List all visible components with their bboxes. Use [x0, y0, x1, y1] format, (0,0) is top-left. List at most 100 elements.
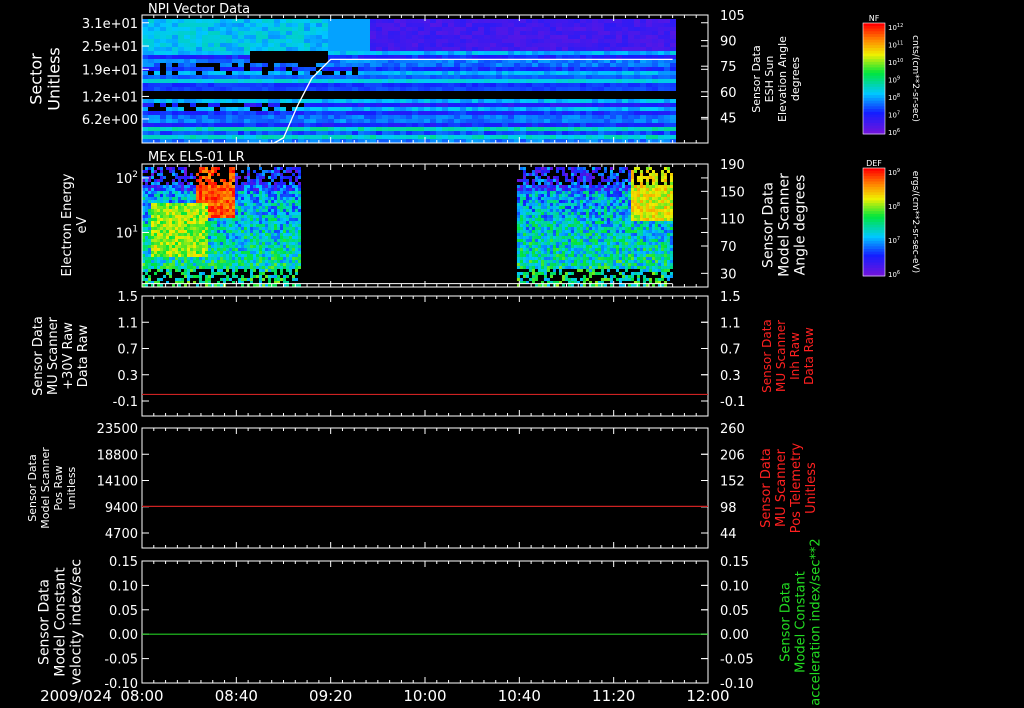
spectrogram-cell — [202, 176, 205, 179]
spectrogram-cell — [295, 194, 298, 197]
spectrogram-cell — [220, 79, 226, 83]
spectrogram-cell — [238, 197, 241, 200]
spectrogram-cell — [340, 103, 346, 107]
spectrogram-cell — [220, 135, 226, 139]
spectrogram-cell — [646, 19, 652, 23]
spectrogram-cell — [187, 266, 190, 269]
spectrogram-cell — [172, 188, 175, 191]
spectrogram-cell — [552, 185, 556, 188]
spectrogram-cell — [640, 131, 646, 135]
spectrogram-cell — [190, 39, 196, 43]
spectrogram-cell — [340, 83, 346, 87]
spectrogram-cell — [532, 51, 538, 55]
spectrogram-cell — [334, 67, 340, 71]
spectrogram-cell — [268, 212, 271, 215]
spectrogram-cell — [226, 59, 232, 63]
spectrogram-cell — [148, 23, 154, 27]
spectrogram-cell — [516, 191, 520, 194]
spectrogram-cell — [574, 51, 580, 55]
spectrogram-cell — [496, 119, 502, 123]
spectrogram-cell — [274, 35, 280, 39]
spectrogram-cell — [669, 194, 673, 197]
spectrogram-cell — [286, 206, 289, 209]
spectrogram-cell — [424, 79, 430, 83]
spectrogram-cell — [609, 179, 613, 182]
spectrogram-cell — [538, 107, 544, 111]
spectrogram-cell — [634, 99, 640, 103]
spectrogram-cell — [546, 197, 550, 200]
spectrogram-cell — [564, 191, 568, 194]
spectrogram-cell — [202, 123, 208, 127]
spectrogram-cell — [274, 182, 277, 185]
spectrogram-cell — [259, 251, 262, 254]
spectrogram-cell — [292, 218, 295, 221]
spectrogram-cell — [250, 43, 256, 47]
spectrogram-cell — [579, 167, 583, 170]
spectrogram-cell — [247, 278, 250, 281]
spectrogram-cell — [238, 257, 241, 260]
spectrogram-cell — [622, 31, 628, 35]
spectrogram-cell — [604, 67, 610, 71]
spectrogram-cell — [163, 233, 166, 236]
spectrogram-cell — [148, 31, 154, 35]
spectrogram-cell — [346, 139, 352, 143]
spectrogram-cell — [184, 275, 187, 278]
spectrogram-cell — [394, 131, 400, 135]
spectrogram-cell — [244, 239, 247, 242]
spectrogram-cell — [525, 209, 529, 212]
spectrogram-cell — [220, 197, 223, 200]
spectrogram-cell — [247, 221, 250, 224]
spectrogram-cell — [618, 170, 622, 173]
spectrogram-cell — [151, 257, 154, 260]
spectrogram-cell — [154, 260, 157, 263]
spectrogram-cell — [274, 257, 277, 260]
spectrogram-cell — [148, 260, 151, 263]
spectrogram-cell — [283, 194, 286, 197]
spectrogram-cell — [166, 167, 169, 170]
spectrogram-cell — [328, 27, 334, 31]
spectrogram-cell — [262, 83, 268, 87]
spectrogram-cell — [534, 170, 538, 173]
spectrogram-cell — [508, 131, 514, 135]
spectrogram-cell — [292, 135, 298, 139]
spectrogram-cell — [606, 188, 610, 191]
spectrogram-cell — [199, 203, 202, 206]
spectrogram-cell — [663, 206, 667, 209]
spectrogram-cell — [585, 200, 589, 203]
spectrogram-cell — [274, 239, 277, 242]
spectrogram-cell — [466, 47, 472, 51]
spectrogram-cell — [639, 188, 643, 191]
spectrogram-cell — [172, 39, 178, 43]
spectrogram-cell — [196, 119, 202, 123]
spectrogram-cell — [298, 167, 301, 170]
spectrogram-cell — [628, 139, 634, 143]
spectrogram-cell — [454, 123, 460, 127]
spectrogram-cell — [508, 55, 514, 59]
spectrogram-cell — [604, 31, 610, 35]
spectrogram-cell — [238, 19, 244, 23]
spectrogram-cell — [430, 123, 436, 127]
spectrogram-cell — [556, 111, 562, 115]
spectrogram-cell — [472, 63, 478, 67]
spectrogram-cell — [280, 179, 283, 182]
spectrogram-cell — [217, 263, 220, 266]
spectrogram-cell — [223, 203, 226, 206]
spectrogram-cell — [496, 87, 502, 91]
spectrogram-cell — [166, 212, 169, 215]
spectrogram-cell — [549, 182, 553, 185]
spectrogram-cell — [627, 185, 631, 188]
spectrogram-cell — [454, 27, 460, 31]
spectrogram-cell — [610, 43, 616, 47]
spectrogram-cell — [564, 173, 568, 176]
spectrogram-cell — [226, 27, 232, 31]
spectrogram-cell — [277, 251, 280, 254]
spectrogram-cell — [268, 242, 271, 245]
spectrogram-cell — [522, 191, 526, 194]
spectrogram-cell — [406, 131, 412, 135]
spectrogram-cell — [606, 203, 610, 206]
spectrogram-cell — [549, 200, 553, 203]
spectrogram-cell — [271, 203, 274, 206]
spectrogram-cell — [289, 221, 292, 224]
spectrogram-cell — [160, 257, 163, 260]
spectrogram-cell — [148, 99, 154, 103]
